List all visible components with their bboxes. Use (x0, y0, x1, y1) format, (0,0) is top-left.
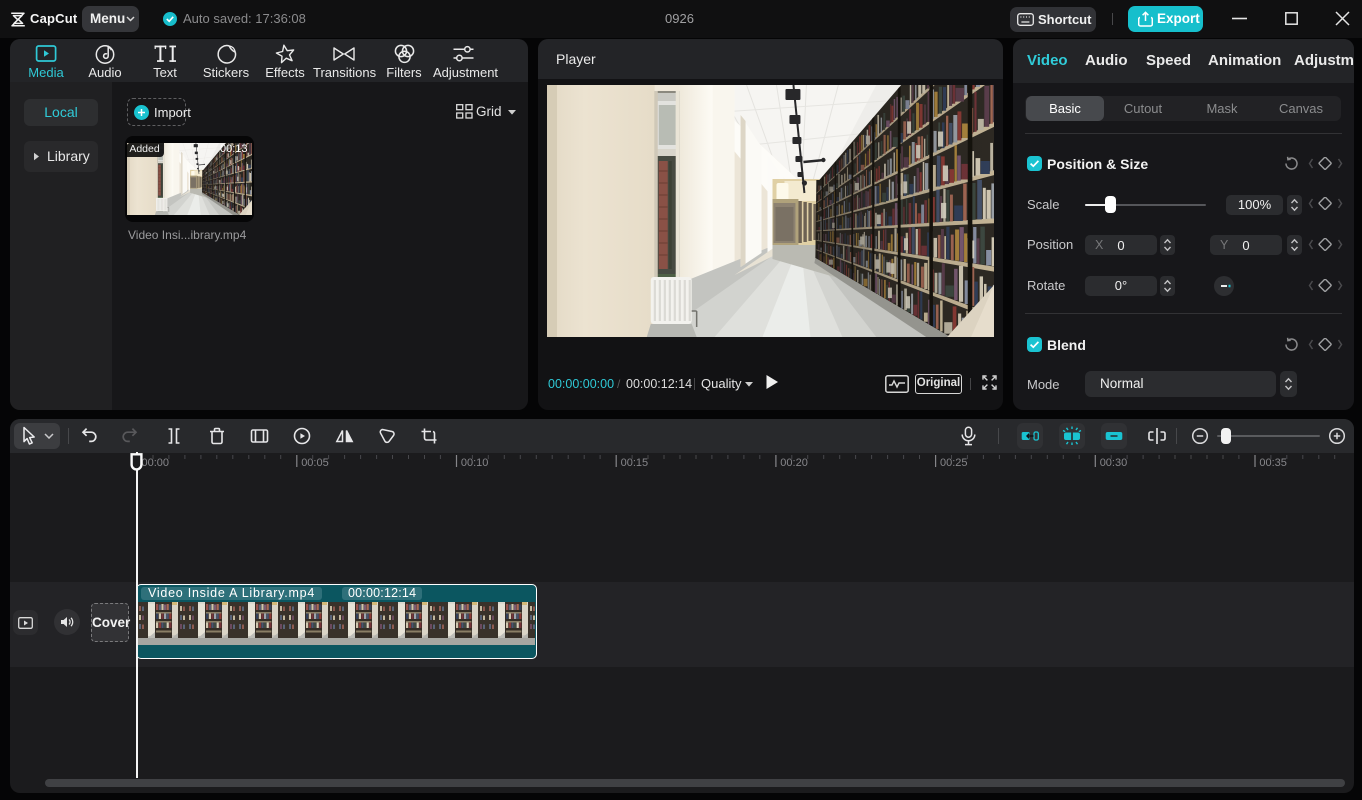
svg-text:00:30: 00:30 (1100, 457, 1128, 469)
svg-text:00:35: 00:35 (1259, 457, 1287, 469)
svg-text:00:10: 00:10 (461, 457, 489, 469)
svg-text:00:20: 00:20 (780, 457, 808, 469)
svg-text:00:05: 00:05 (301, 457, 329, 469)
svg-text:00:00: 00:00 (142, 457, 170, 469)
svg-text:00:25: 00:25 (940, 457, 968, 469)
svg-text:00:15: 00:15 (621, 457, 649, 469)
